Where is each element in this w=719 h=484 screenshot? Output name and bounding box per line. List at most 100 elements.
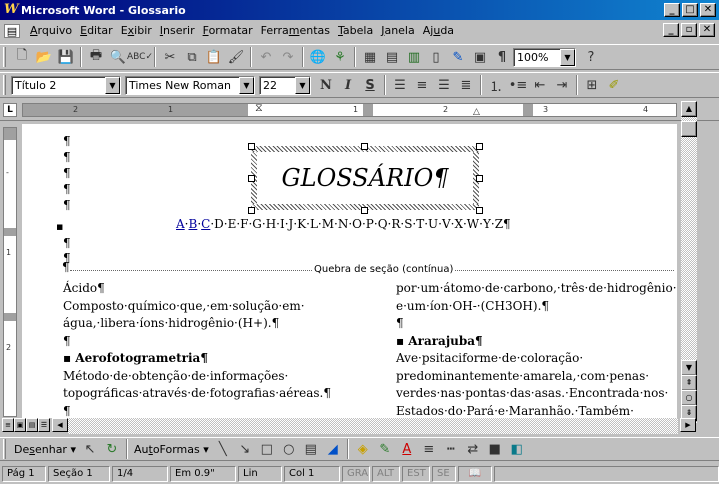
status-mode-rec[interactable]: GRA: [342, 466, 370, 482]
minimize-button[interactable]: _: [664, 3, 680, 17]
menu-janela[interactable]: Janela: [377, 22, 419, 39]
print-preview-icon[interactable]: 🔍: [107, 46, 129, 68]
status-mode-ext[interactable]: EST: [402, 466, 430, 482]
line-icon[interactable]: ╲: [212, 438, 234, 460]
menu-ferramentas[interactable]: Ferramentas: [257, 22, 334, 39]
help-icon[interactable]: ?: [580, 46, 602, 68]
status-mode-trk[interactable]: ALT: [372, 466, 400, 482]
ruler-strip[interactable]: 2 1 1 2 3 4 ⧖ △: [22, 101, 677, 117]
resize-handle[interactable]: [476, 143, 483, 150]
resize-handle[interactable]: [248, 207, 255, 214]
maximize-button[interactable]: □: [682, 3, 698, 17]
highlight-icon[interactable]: ✐: [603, 74, 625, 96]
free-rotate-icon[interactable]: ↻: [101, 438, 123, 460]
previous-page-button[interactable]: ⇞: [681, 375, 697, 391]
increase-indent-icon[interactable]: ⇥: [551, 74, 573, 96]
line-color-icon[interactable]: ✎: [374, 438, 396, 460]
autoshapes-menu-button[interactable]: AutoFormas ▾: [131, 443, 212, 456]
doc-close-button[interactable]: ✕: [699, 23, 715, 37]
resize-handle[interactable]: [248, 175, 255, 182]
fill-color-icon[interactable]: ◈: [352, 438, 374, 460]
scroll-left-button[interactable]: ◀: [52, 418, 68, 432]
status-mode-ovr[interactable]: SE: [432, 466, 456, 482]
right-indent-marker[interactable]: △: [473, 107, 480, 117]
arrow-icon[interactable]: ↘: [234, 438, 256, 460]
decrease-indent-icon[interactable]: ⇤: [529, 74, 551, 96]
scroll-down-button[interactable]: ▼: [681, 360, 697, 376]
underline-button[interactable]: S: [359, 74, 381, 96]
toolbar-grip[interactable]: [3, 439, 6, 459]
resize-handle[interactable]: [361, 143, 368, 150]
align-center-icon[interactable]: ≡: [411, 74, 433, 96]
horizontal-scrollbar[interactable]: [68, 418, 678, 434]
toolbar-grip[interactable]: [3, 47, 6, 67]
close-button[interactable]: ✕: [700, 3, 716, 17]
alpha-link-b[interactable]: B: [189, 217, 198, 231]
font-select[interactable]: Times New Roman ▼: [125, 75, 255, 95]
resize-handle[interactable]: [476, 207, 483, 214]
font-color-icon[interactable]: A: [396, 438, 418, 460]
resize-handle[interactable]: [248, 143, 255, 150]
italic-button[interactable]: I: [337, 74, 359, 96]
show-hide-paragraph-icon[interactable]: ¶: [491, 46, 513, 68]
font-size-select[interactable]: 22 ▼: [259, 75, 311, 95]
font-size-dropdown-arrow[interactable]: ▼: [295, 76, 310, 94]
document-menu-icon[interactable]: ▤: [4, 23, 20, 38]
menu-ajuda[interactable]: Ajuda: [419, 22, 458, 39]
tables-borders-icon[interactable]: ▦: [359, 46, 381, 68]
wordart-icon[interactable]: ◢: [322, 438, 344, 460]
title-bar[interactable]: W Microsoft Word - Glossario _ □ ✕: [0, 0, 719, 20]
vertical-ruler[interactable]: - 1 2: [3, 127, 17, 417]
tab-selector[interactable]: L: [3, 103, 17, 117]
line-style-icon[interactable]: ≡: [418, 438, 440, 460]
format-painter-icon[interactable]: 🖌: [225, 46, 247, 68]
outline-view-button[interactable]: ☰: [38, 418, 50, 432]
paste-icon[interactable]: 📋: [203, 46, 225, 68]
scroll-right-button[interactable]: ▶: [680, 418, 696, 432]
doc-restore-button[interactable]: ▫: [681, 23, 697, 37]
rectangle-icon[interactable]: □: [256, 438, 278, 460]
select-objects-icon[interactable]: ↖: [79, 438, 101, 460]
undo-icon[interactable]: ↶: [255, 46, 277, 68]
drawing-icon[interactable]: ✎: [447, 46, 469, 68]
dash-style-icon[interactable]: ┅: [440, 438, 462, 460]
cut-icon[interactable]: ✂: [159, 46, 181, 68]
print-icon[interactable]: 🖶: [85, 46, 107, 68]
redo-icon[interactable]: ↷: [277, 46, 299, 68]
style-select[interactable]: Título 2 ▼: [11, 75, 121, 95]
font-dropdown-arrow[interactable]: ▼: [239, 76, 254, 94]
menu-arquivo[interactable]: Arquivo: [26, 22, 76, 39]
text-box-icon[interactable]: ▤: [300, 438, 322, 460]
menu-inserir[interactable]: Inserir: [156, 22, 199, 39]
heading-text-box[interactable]: GLOSSÁRIO¶: [251, 146, 479, 210]
shadow-icon[interactable]: ■: [484, 438, 506, 460]
doc-minimize-button[interactable]: _: [663, 23, 679, 37]
menu-formatar[interactable]: Formatar: [199, 22, 257, 39]
insert-table-icon[interactable]: ▤: [381, 46, 403, 68]
style-dropdown-arrow[interactable]: ▼: [105, 76, 120, 94]
resize-handle[interactable]: [476, 175, 483, 182]
scroll-up-button[interactable]: ▲: [681, 101, 697, 117]
alpha-link-c[interactable]: C: [201, 217, 210, 231]
justify-icon[interactable]: ≣: [455, 74, 477, 96]
zoom-select[interactable]: 100% ▼: [513, 47, 576, 67]
3d-icon[interactable]: ◧: [506, 438, 528, 460]
word-app-icon[interactable]: W: [4, 3, 19, 17]
menu-tabela[interactable]: Tabela: [334, 22, 377, 39]
web-layout-button[interactable]: ▣: [14, 418, 26, 432]
resize-handle[interactable]: [361, 207, 368, 214]
document-map-icon[interactable]: ▣: [469, 46, 491, 68]
align-right-icon[interactable]: ☰: [433, 74, 455, 96]
toolbar-grip[interactable]: [3, 75, 6, 95]
insert-excel-icon[interactable]: ▥: [403, 46, 425, 68]
horizontal-ruler[interactable]: L 2 1 1 2 3 4 ⧖ △: [0, 98, 719, 121]
hyperlink-icon[interactable]: 🌐: [307, 46, 329, 68]
oval-icon[interactable]: ○: [278, 438, 300, 460]
bulleted-list-icon[interactable]: •≡: [507, 74, 529, 96]
open-folder-icon[interactable]: 📂: [33, 46, 55, 68]
vertical-scrollbar[interactable]: ▲ ▼ ⇞ ○ ⇟: [681, 101, 697, 424]
columns-icon[interactable]: ▯: [425, 46, 447, 68]
page-layout-button[interactable]: ▤: [26, 418, 38, 432]
scroll-thumb[interactable]: [681, 121, 697, 137]
hanging-indent-marker[interactable]: ⧖: [255, 101, 263, 115]
